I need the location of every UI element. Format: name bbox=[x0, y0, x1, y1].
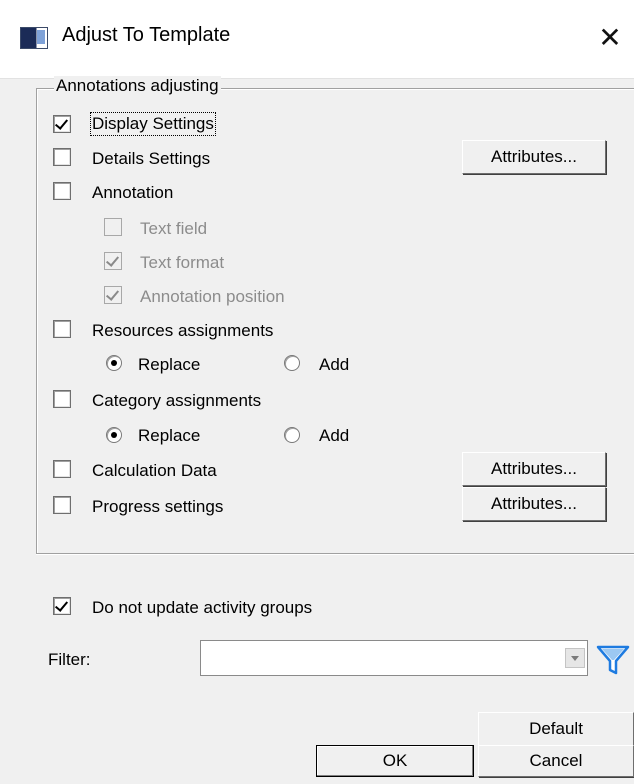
category-replace-label[interactable]: Replace bbox=[138, 426, 200, 446]
text-format-label: Text format bbox=[140, 253, 225, 272]
category-add-radio[interactable] bbox=[284, 427, 300, 443]
calculation-attributes-button[interactable]: Attributes... bbox=[462, 452, 606, 486]
do-not-update-label[interactable]: Do not update activity groups bbox=[92, 598, 312, 618]
filter-label: Filter: bbox=[48, 650, 91, 669]
resources-assignments-checkbox[interactable] bbox=[53, 320, 71, 338]
calculation-data-label[interactable]: Calculation Data bbox=[92, 461, 217, 481]
category-assignments-label[interactable]: Category assignments bbox=[92, 391, 261, 411]
title-bar: Adjust To Template ✕ bbox=[0, 0, 634, 78]
resources-add-radio[interactable] bbox=[284, 355, 300, 371]
filter-button[interactable] bbox=[592, 640, 634, 678]
annotations-group-legend: Annotations adjusting bbox=[54, 76, 221, 96]
category-assignments-checkbox[interactable] bbox=[53, 390, 71, 408]
details-attributes-button[interactable]: Attributes... bbox=[462, 140, 606, 174]
resources-replace-radio[interactable] bbox=[106, 355, 122, 371]
text-format-checkbox[interactable] bbox=[104, 252, 122, 270]
ok-button[interactable]: OK bbox=[316, 745, 474, 777]
display-settings-label[interactable]: Display Settings bbox=[90, 112, 216, 136]
progress-attributes-button[interactable]: Attributes... bbox=[462, 487, 606, 521]
text-field-checkbox[interactable] bbox=[104, 218, 122, 236]
annotation-position-label: Annotation position bbox=[140, 287, 285, 306]
category-add-label[interactable]: Add bbox=[319, 426, 349, 446]
text-field-label: Text field bbox=[140, 219, 208, 238]
progress-settings-checkbox[interactable] bbox=[53, 496, 71, 514]
progress-settings-label[interactable]: Progress settings bbox=[92, 497, 223, 517]
window-app-icon bbox=[20, 27, 48, 49]
cancel-button[interactable]: Cancel bbox=[478, 745, 634, 777]
details-settings-label[interactable]: Details Settings bbox=[92, 149, 210, 169]
annotation-position-checkbox[interactable] bbox=[104, 286, 122, 304]
close-icon[interactable]: ✕ bbox=[590, 18, 630, 58]
do-not-update-checkbox[interactable] bbox=[53, 597, 71, 615]
resources-replace-label[interactable]: Replace bbox=[138, 355, 200, 375]
display-settings-checkbox[interactable] bbox=[53, 115, 71, 133]
default-button[interactable]: Default bbox=[478, 712, 634, 746]
window-title: Adjust To Template bbox=[62, 24, 231, 46]
annotation-label[interactable]: Annotation bbox=[92, 183, 173, 203]
resources-assignments-label[interactable]: Resources assignments bbox=[92, 321, 273, 341]
details-settings-checkbox[interactable] bbox=[53, 148, 71, 166]
annotation-checkbox[interactable] bbox=[53, 182, 71, 200]
funnel-icon bbox=[596, 645, 630, 675]
resources-add-label[interactable]: Add bbox=[319, 355, 349, 375]
category-replace-radio[interactable] bbox=[106, 427, 122, 443]
calculation-data-checkbox[interactable] bbox=[53, 460, 71, 478]
filter-combobox[interactable] bbox=[200, 640, 588, 676]
chevron-down-icon[interactable] bbox=[565, 648, 585, 668]
